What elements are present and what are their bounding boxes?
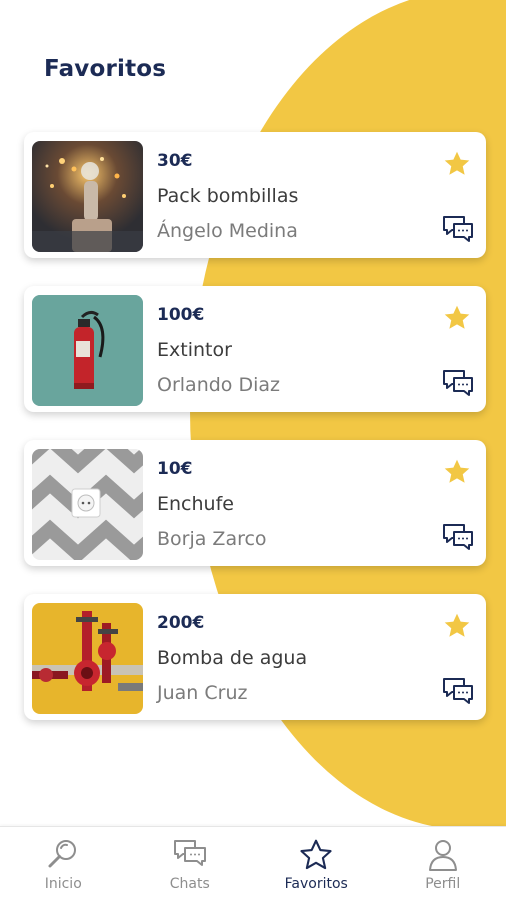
favorite-card[interactable]: 10€ Enchufe Borja Zarco — [24, 440, 486, 566]
favorite-star-icon[interactable] — [442, 149, 472, 179]
product-title: Bomba de agua — [157, 647, 308, 669]
tab-label: Favoritos — [284, 876, 348, 892]
seller-name: Borja Zarco — [157, 528, 267, 550]
page-title: Favoritos — [44, 56, 167, 82]
favorite-card[interactable]: 30€ Pack bombillas Ángelo Medina — [24, 132, 486, 258]
product-price: 200€ — [157, 613, 205, 633]
favorite-star-icon[interactable] — [442, 457, 472, 487]
favorites-screen: Favoritos 30€ Pack bombillas Ángelo Medi… — [0, 0, 506, 900]
product-title: Enchufe — [157, 493, 234, 515]
chat-bubbles-icon[interactable] — [441, 368, 475, 398]
tab-perfil[interactable]: Perfil — [380, 827, 506, 900]
seller-name: Ángelo Medina — [157, 220, 298, 242]
bottom-tab-bar: Inicio Chats Favoritos Perfil — [0, 826, 506, 900]
favorite-card[interactable]: 200€ Bomba de agua Juan Cruz — [24, 594, 486, 720]
chat-bubbles-icon[interactable] — [441, 522, 475, 552]
favorites-list: 30€ Pack bombillas Ángelo Medina 100€ Ex… — [24, 132, 486, 748]
product-price: 10€ — [157, 459, 193, 479]
tab-inicio[interactable]: Inicio — [0, 827, 127, 900]
product-image-wall-socket — [32, 449, 143, 560]
product-price: 30€ — [157, 151, 193, 171]
chat-bubbles-icon — [172, 837, 208, 873]
tab-label: Inicio — [44, 876, 82, 892]
product-price: 100€ — [157, 305, 205, 325]
favorite-star-icon[interactable] — [442, 611, 472, 641]
favorite-card[interactable]: 100€ Extintor Orlando Diaz — [24, 286, 486, 412]
favorite-star-icon[interactable] — [442, 303, 472, 333]
chat-bubbles-icon[interactable] — [441, 214, 475, 244]
chat-bubbles-icon[interactable] — [441, 676, 475, 706]
product-title: Pack bombillas — [157, 185, 299, 207]
tab-label: Perfil — [425, 876, 461, 892]
search-icon — [45, 837, 81, 873]
person-icon — [425, 837, 461, 873]
product-image-light-bulbs — [32, 141, 143, 252]
tab-chats[interactable]: Chats — [127, 827, 254, 900]
tab-favoritos[interactable]: Favoritos — [253, 827, 380, 900]
seller-name: Juan Cruz — [157, 682, 248, 704]
product-image-fire-extinguisher — [32, 295, 143, 406]
tab-label: Chats — [169, 876, 210, 892]
product-image-water-pump — [32, 603, 143, 714]
product-title: Extintor — [157, 339, 232, 361]
seller-name: Orlando Diaz — [157, 374, 280, 396]
star-icon — [298, 837, 334, 873]
